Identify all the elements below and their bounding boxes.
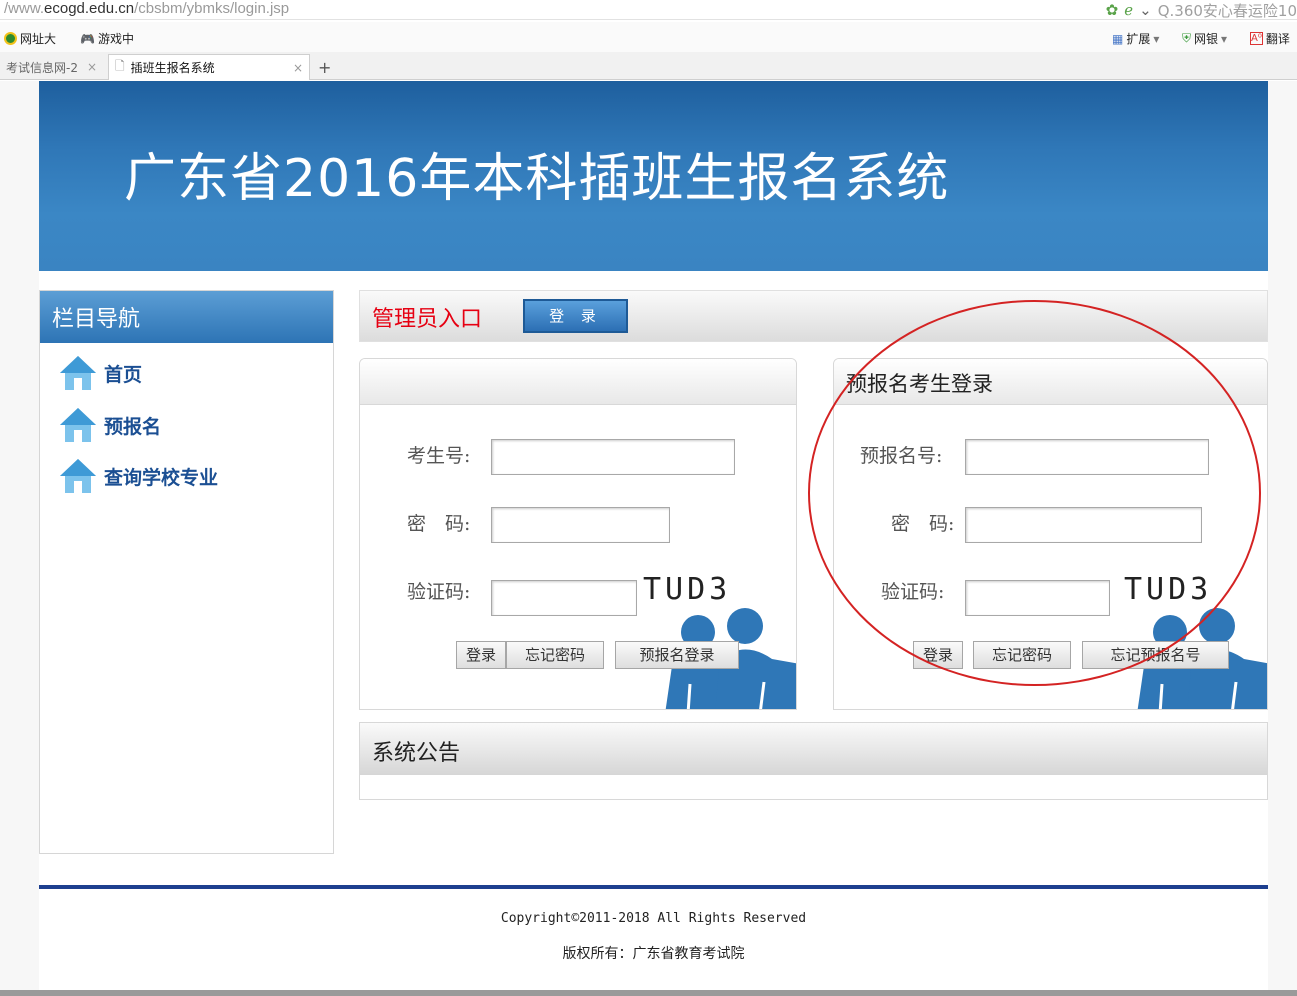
admin-login-button[interactable]: 登 录 [523,299,628,333]
chevron-down-icon: ▾ [1153,31,1160,46]
password-label: 密 码: [407,513,471,535]
site-title: 广东省2016年本科插班生报名系统 [124,149,950,209]
translate-label: 翻译 [1265,32,1290,46]
window-bottom-edge [0,990,1297,996]
forgot-password-button[interactable]: 忘记密码 [506,641,604,669]
bookmark-youxizhong[interactable]: 🎮 游戏中 [80,30,134,47]
url-path: /cbsbm/ybmks/login.jsp [134,0,290,17]
gamepad-icon: 🎮 [80,31,95,46]
login-button[interactable]: 登录 [456,641,506,669]
forgot-pre-register-number-button[interactable]: 忘记预报名号 [1082,641,1229,669]
home-icon [60,459,96,493]
panel-title [360,359,796,405]
bookmark-label: 网址大 [20,32,57,46]
sidebar-item-label: 首页 [104,363,143,386]
captcha-image: TUD3 [1124,572,1213,607]
tab-registration[interactable]: 🗋 插班生报名系统 × [108,54,310,80]
password-label: 密 码: [891,513,955,535]
translate-button[interactable]: A⁰ 翻译 [1250,30,1290,47]
captcha-label: 验证码: [407,581,471,603]
owner-text: 版权所有：广东省教育考试院 [562,946,745,962]
extensions-label: 扩展 [1126,32,1151,46]
url-domain: ecogd.edu.cn [44,0,135,17]
admin-entry-label: 管理员入口 [372,307,483,332]
student-login-panel: 考生号: 密 码: 验证码: TUD3 登录 忘记密码 预报名登录 [359,358,797,710]
copyright-text: Copyright©2011-2018 All Rights Reserved [500,911,807,926]
home-icon [60,408,96,442]
chevron-down-icon: ▾ [1221,31,1228,46]
notice-title: 系统公告 [360,723,1267,775]
tab-label: 考试信息网-2 [6,60,78,75]
bank-label: 网银 [1194,32,1219,46]
bookmark-wangzhida[interactable]: 网址大 [4,30,56,47]
sidebar-item-label: 预报名 [104,415,162,438]
translate-icon: A⁰ [1250,32,1263,45]
shield-icon: ⛨ [1182,31,1192,45]
captcha-input[interactable] [491,580,637,616]
close-icon[interactable]: × [293,61,303,75]
forgot-password-button[interactable]: 忘记密码 [973,641,1071,669]
url-prefix: /www. [4,0,45,17]
tab-label: 插班生报名系统 [130,61,215,75]
sidebar-item-query-majors[interactable]: 查询学校专业 [58,456,218,496]
system-notice: 系统公告 [359,722,1268,800]
tab-exam-info[interactable]: 考试信息网-2 × [0,54,103,80]
globe-icon [4,32,17,45]
close-icon[interactable]: × [87,60,97,74]
url-text[interactable]: /www.ecogd.edu.cn/cbsbm/ybmks/login.jsp [4,0,289,18]
bookmark-bar: 网址大 🎮 游戏中 ▦ 扩展 ▾ ⛨ 网银 ▾ A⁰ 翻译 [0,22,1297,52]
grid-icon: ▦ [1112,31,1124,46]
page-margin-right [1268,81,1297,990]
sidebar-item-label: 查询学校专业 [104,466,219,489]
sidebar-title: 栏目导航 [40,291,333,343]
footer: Copyright©2011-2018 All Rights Reserved … [39,889,1268,981]
tab-strip: 考试信息网-2 × 🗋 插班生报名系统 × + [0,52,1297,80]
bank-menu[interactable]: ⛨ 网银 ▾ [1182,30,1227,47]
sidebar: 栏目导航 首页 预报名 查询学校专业 [39,290,334,854]
bookmark-label: 游戏中 [97,32,134,46]
ie-icon[interactable]: ℯ [1124,1,1133,19]
password-input[interactable] [491,507,670,543]
page-margin-left [0,81,39,990]
refresh-icon[interactable]: ✿ [1106,1,1119,19]
extensions-menu[interactable]: ▦ 扩展 ▾ [1112,30,1159,47]
site-banner: 广东省2016年本科插班生报名系统 [39,81,1268,271]
captcha-image: TUD3 [643,572,732,607]
pre-register-login-panel: 预报名考生登录 预报名号: 密 码: 验证码: TUD3 登录 忘记密码 忘记预… [833,358,1268,710]
new-tab-button[interactable]: + [312,54,336,80]
captcha-input[interactable] [965,580,1110,616]
home-icon [60,356,96,390]
admin-bar: 管理员入口 登 录 [359,290,1268,342]
password-input[interactable] [965,507,1202,543]
search-box[interactable]: Q.360安心春运险10 [1158,0,1297,21]
captcha-label: 验证码: [881,581,945,603]
pre-register-login-button[interactable]: 预报名登录 [615,641,739,669]
address-bar[interactable]: /www.ecogd.edu.cn/cbsbm/ybmks/login.jsp … [0,0,1297,20]
login-button[interactable]: 登录 [913,641,963,669]
chevron-down-icon[interactable]: ⌄ [1139,1,1152,19]
address-bar-tools: ✿ ℯ ⌄ Q.360安心春运险10 [1106,0,1297,20]
pre-register-id-label: 预报名号: [860,445,943,467]
sidebar-item-home[interactable]: 首页 [58,353,142,393]
student-id-label: 考生号: [407,445,471,467]
pre-register-id-input[interactable] [965,439,1209,475]
page-icon: 🗋 [115,59,125,73]
student-id-input[interactable] [491,439,735,475]
sidebar-item-pre-register[interactable]: 预报名 [58,405,161,445]
panel-title: 预报名考生登录 [834,359,1267,405]
